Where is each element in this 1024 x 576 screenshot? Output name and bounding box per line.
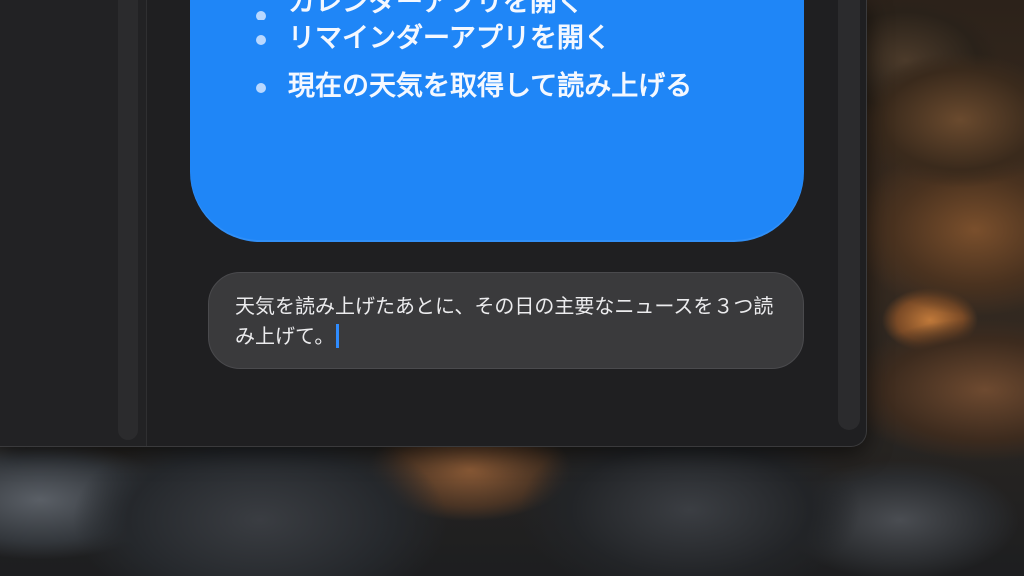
list-item: 現在の天気を取得して読み上げる bbox=[256, 70, 736, 104]
sidebar bbox=[0, 0, 147, 446]
bullet-dot bbox=[256, 11, 266, 20]
sidebar-scrollbar[interactable] bbox=[118, 0, 138, 440]
text-cursor bbox=[336, 324, 340, 348]
wallpaper-surf bbox=[0, 445, 1024, 576]
list-item: リマインダーアプリを開く bbox=[256, 22, 736, 56]
prompt-input-text[interactable]: 天気を読み上げたあとに、その日の主要なニュースを３つ読み上げて。 bbox=[235, 294, 773, 348]
assistant-window: カレンダーアプリを開く リマインダーアプリを開く 現在の天気を取得して読み上げる… bbox=[0, 0, 867, 447]
main-scrollbar[interactable] bbox=[838, 0, 860, 430]
bullet-dot bbox=[256, 35, 266, 45]
bullet-dot bbox=[256, 83, 266, 93]
list-item: カレンダーアプリを開く bbox=[256, 0, 736, 20]
response-list: カレンダーアプリを開く リマインダーアプリを開く 現在の天気を取得して読み上げる bbox=[256, 0, 736, 104]
prompt-input[interactable]: 天気を読み上げたあとに、その日の主要なニュースを３つ読み上げて。 bbox=[208, 272, 804, 369]
assistant-response-bubble: カレンダーアプリを開く リマインダーアプリを開く 現在の天気を取得して読み上げる bbox=[190, 0, 804, 242]
